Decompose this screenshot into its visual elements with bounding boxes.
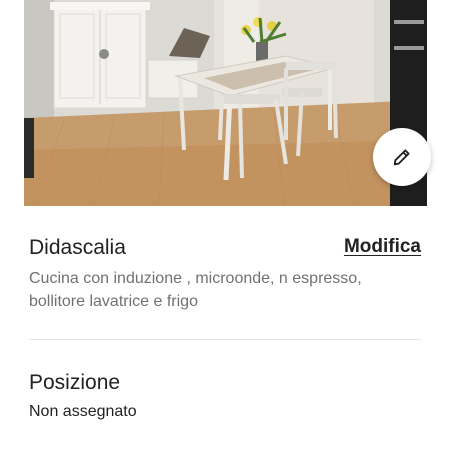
caption-text: Cucina con induzione , microonde, n espr… bbox=[29, 270, 362, 310]
edit-caption-link[interactable]: Modifica bbox=[344, 236, 421, 258]
section-divider bbox=[29, 339, 421, 340]
edit-photo-button[interactable] bbox=[373, 128, 431, 186]
listing-photo[interactable] bbox=[24, 0, 427, 206]
position-value: Non assegnato bbox=[29, 403, 137, 420]
pencil-icon bbox=[393, 149, 410, 166]
kitchen-photo-image bbox=[24, 0, 427, 206]
position-heading: Posizione bbox=[29, 371, 121, 394]
caption-heading: Didascalia bbox=[29, 236, 126, 259]
